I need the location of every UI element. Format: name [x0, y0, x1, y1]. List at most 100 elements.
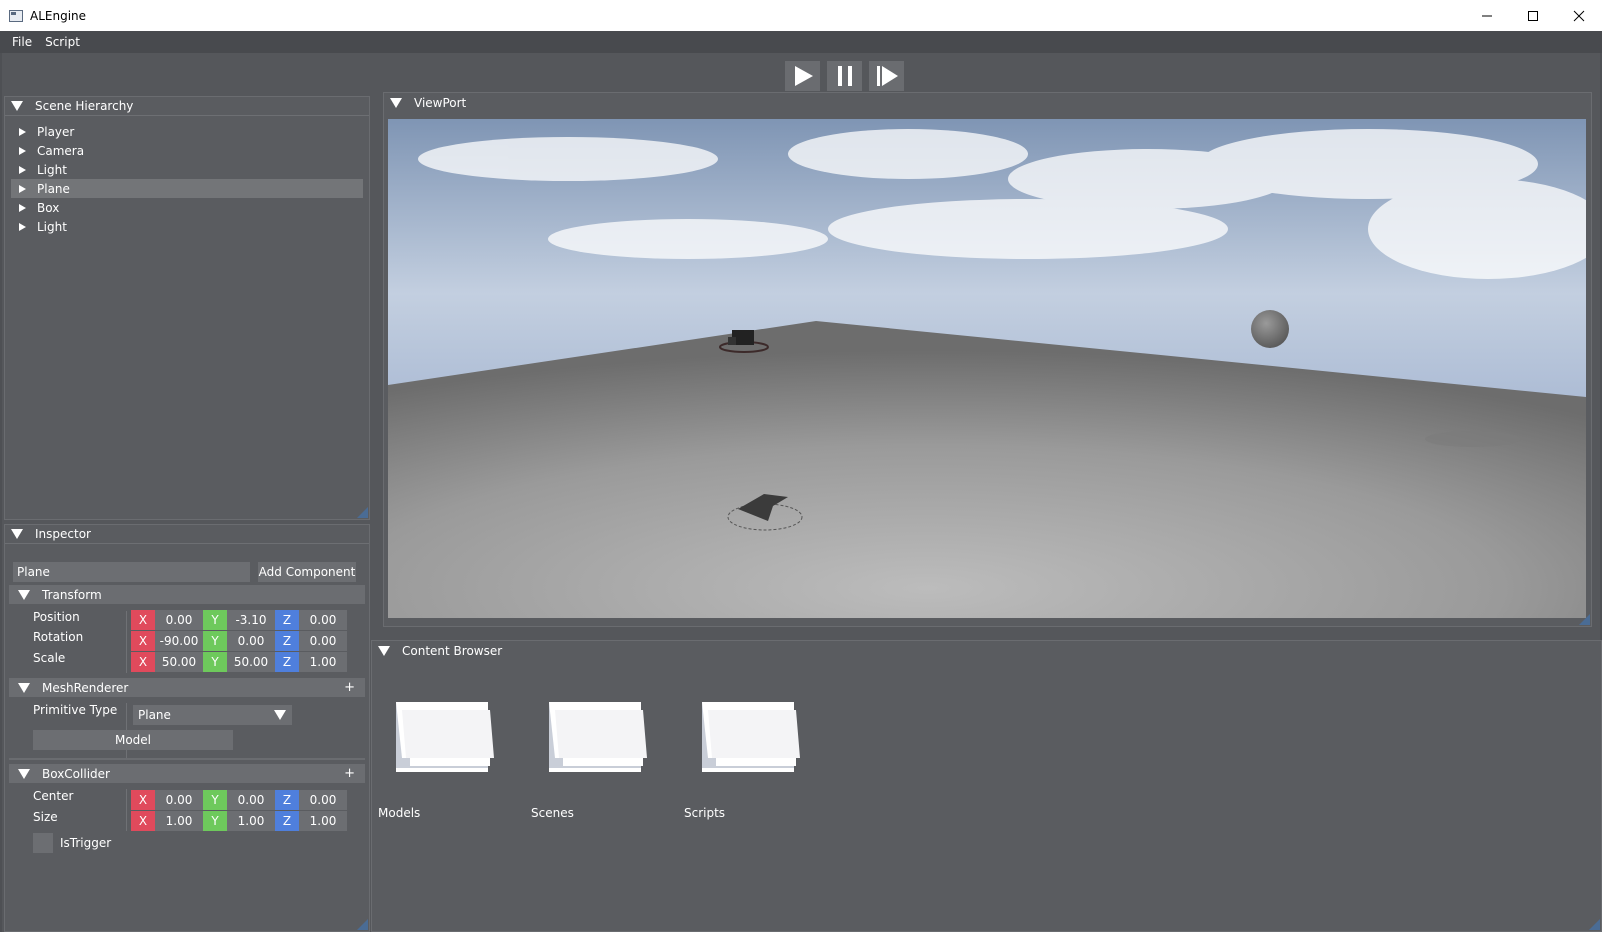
resize-grip[interactable] — [357, 507, 368, 518]
rotation-x-field[interactable]: -90.00 — [155, 631, 203, 651]
folder-label-scenes[interactable]: Scenes — [531, 806, 574, 820]
axis-z-label: Z — [275, 652, 299, 672]
hierarchy-item-plane[interactable]: Plane — [11, 179, 363, 198]
transform-header[interactable]: Transform — [9, 585, 365, 604]
center-vector: X 0.00 Y 0.00 Z 0.00 — [131, 790, 347, 810]
rotation-y-field[interactable]: 0.00 — [227, 631, 275, 651]
app-icon — [9, 9, 23, 22]
folder-icon — [549, 702, 647, 772]
scene-render — [388, 119, 1586, 618]
content-browser-panel: Content Browser — [371, 640, 1602, 932]
size-x-field[interactable]: 1.00 — [155, 811, 203, 831]
object-name-field[interactable]: Plane — [13, 562, 250, 582]
collapse-arrow-icon — [18, 768, 30, 779]
resize-grip[interactable] — [357, 919, 368, 930]
center-z-field[interactable]: 0.00 — [299, 790, 347, 810]
position-z-field[interactable]: 0.00 — [299, 610, 347, 630]
rotation-z-field[interactable]: 0.00 — [299, 631, 347, 651]
scale-vector: X 50.00 Y 50.00 Z 1.00 — [131, 652, 347, 672]
play-button[interactable] — [785, 61, 820, 91]
close-icon — [1573, 10, 1585, 21]
collapse-arrow-icon — [390, 97, 402, 108]
maximize-button[interactable] — [1510, 0, 1556, 31]
collapse-arrow-icon — [18, 682, 30, 693]
pause-button[interactable] — [827, 61, 862, 91]
viewport-title: ViewPort — [414, 95, 467, 110]
expand-arrow-icon[interactable] — [19, 222, 26, 231]
hierarchy-item-light[interactable]: Light — [11, 160, 363, 179]
hierarchy-item-light-2[interactable]: Light — [11, 217, 363, 236]
folder-scenes[interactable] — [547, 696, 647, 776]
primitive-type-select[interactable]: Plane — [133, 705, 292, 725]
hierarchy-item-box[interactable]: Box — [11, 198, 363, 217]
position-label: Position — [33, 610, 80, 624]
folder-scripts[interactable] — [700, 696, 800, 776]
inspector-header[interactable]: Inspector — [5, 525, 369, 544]
expand-arrow-icon[interactable] — [19, 203, 26, 212]
viewport-header[interactable]: ViewPort — [384, 93, 1591, 112]
mesh-renderer-header[interactable]: MeshRenderer + — [9, 678, 365, 697]
window-titlebar: ALEngine — [0, 0, 1602, 31]
content-browser-header[interactable]: Content Browser — [372, 641, 1601, 660]
center-y-field[interactable]: 0.00 — [227, 790, 275, 810]
box-collider-header[interactable]: BoxCollider + — [9, 764, 365, 783]
folder-models[interactable] — [394, 696, 494, 776]
hierarchy-item-label: Box — [37, 200, 60, 215]
axis-y-label: Y — [203, 811, 227, 831]
axis-z-label: Z — [275, 631, 299, 651]
step-button[interactable] — [869, 61, 904, 91]
add-icon[interactable]: + — [344, 766, 355, 781]
transform-title: Transform — [42, 587, 102, 602]
size-y-field[interactable]: 1.00 — [227, 811, 275, 831]
position-x-field[interactable]: 0.00 — [155, 610, 203, 630]
minimize-button[interactable] — [1464, 0, 1510, 31]
expand-arrow-icon[interactable] — [19, 184, 26, 193]
maximize-icon — [1528, 10, 1538, 21]
menu-script[interactable]: Script — [39, 35, 87, 49]
hierarchy-item-player[interactable]: Player — [11, 122, 363, 141]
viewport-scene[interactable] — [388, 119, 1586, 618]
add-icon[interactable]: + — [344, 680, 355, 695]
folder-label-scripts[interactable]: Scripts — [684, 806, 725, 820]
axis-x-label: X — [131, 610, 155, 630]
menu-file[interactable]: File — [6, 35, 39, 49]
add-component-button[interactable]: Add Component — [258, 562, 356, 582]
section-divider — [9, 758, 365, 760]
axis-y-label: Y — [203, 790, 227, 810]
collapse-arrow-icon — [378, 645, 390, 656]
size-vector: X 1.00 Y 1.00 Z 1.00 — [131, 811, 347, 831]
scale-x-field[interactable]: 50.00 — [155, 652, 203, 672]
menu-bar: File Script — [0, 31, 1602, 53]
scale-y-field[interactable]: 50.00 — [227, 652, 275, 672]
expand-arrow-icon[interactable] — [19, 165, 26, 174]
axis-y-label: Y — [203, 652, 227, 672]
expand-arrow-icon[interactable] — [19, 146, 26, 155]
window-title: ALEngine — [30, 8, 87, 23]
close-button[interactable] — [1556, 0, 1602, 31]
resize-grip[interactable] — [1589, 919, 1600, 930]
hierarchy-item-camera[interactable]: Camera — [11, 141, 363, 160]
expand-arrow-icon[interactable] — [19, 127, 26, 136]
sphere-shadow — [1425, 431, 1521, 447]
sphere-object — [1251, 310, 1289, 348]
pause-icon — [837, 66, 852, 86]
position-y-field[interactable]: -3.10 — [227, 610, 275, 630]
is-trigger-checkbox[interactable] — [33, 833, 53, 853]
scale-z-field[interactable]: 1.00 — [299, 652, 347, 672]
play-icon — [794, 66, 813, 86]
folder-label-models[interactable]: Models — [378, 806, 420, 820]
content-browser-title: Content Browser — [402, 643, 503, 658]
axis-x-label: X — [131, 652, 155, 672]
folder-icon — [702, 702, 800, 772]
is-trigger-label: IsTrigger — [60, 836, 112, 850]
model-button[interactable]: Model — [33, 730, 233, 750]
center-x-field[interactable]: 0.00 — [155, 790, 203, 810]
rotation-vector: X -90.00 Y 0.00 Z 0.00 — [131, 631, 347, 651]
dropdown-arrow-icon — [274, 710, 286, 720]
axis-z-label: Z — [275, 610, 299, 630]
size-z-field[interactable]: 1.00 — [299, 811, 347, 831]
scene-hierarchy-header[interactable]: Scene Hierarchy — [5, 97, 369, 116]
axis-x-label: X — [131, 631, 155, 651]
position-vector: X 0.00 Y -3.10 Z 0.00 — [131, 610, 347, 630]
axis-x-label: X — [131, 790, 155, 810]
